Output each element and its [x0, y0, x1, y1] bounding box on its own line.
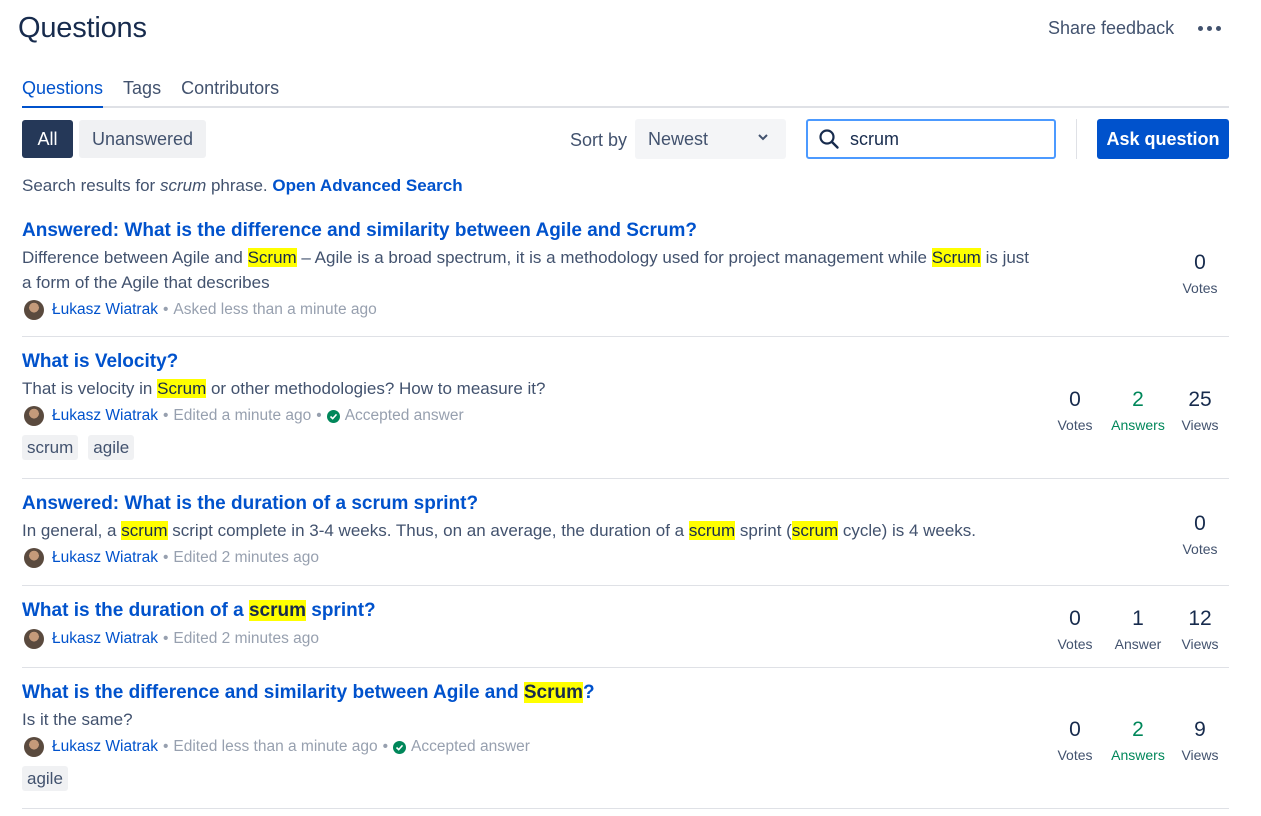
- search-input[interactable]: [850, 128, 1040, 150]
- ask-question-button[interactable]: Ask question: [1097, 119, 1229, 159]
- tab-questions[interactable]: Questions: [22, 78, 104, 108]
- answers-stat: 2 Answers: [1111, 718, 1165, 763]
- activity-text: Edited 2 minutes ago: [173, 630, 320, 647]
- answers-stat: 1 Answer: [1114, 607, 1162, 652]
- activity-text: Edited less than a minute ago: [173, 738, 378, 755]
- accepted-answer-label: Accepted answer: [411, 738, 530, 755]
- question-meta: Łukasz Wiatrak • Asked less than a minut…: [22, 299, 1229, 321]
- activity-text: Edited a minute ago: [173, 407, 312, 424]
- author-link[interactable]: Łukasz Wiatrak: [52, 407, 158, 425]
- results-term: scrum: [159, 176, 207, 195]
- question-title[interactable]: Answered: What is the duration of a scru…: [22, 491, 1229, 517]
- more-horizontal-icon[interactable]: [1190, 14, 1228, 42]
- sort-select[interactable]: Newest: [635, 119, 786, 159]
- share-feedback-link[interactable]: Share feedback: [1048, 18, 1174, 39]
- question-title[interactable]: What is Velocity?: [22, 349, 1229, 375]
- results-prefix: Search results for: [22, 176, 160, 195]
- sort-value: Newest: [648, 128, 709, 149]
- votes-stat: 0 Votes: [1182, 512, 1218, 557]
- filter-unanswered-button[interactable]: Unanswered: [79, 120, 206, 158]
- page-title: Questions: [18, 12, 147, 44]
- tag[interactable]: agile: [88, 435, 135, 460]
- question-meta: Łukasz Wiatrak • Edited 2 minutes ago: [22, 547, 1229, 569]
- votes-stat: 0 Votes: [1057, 607, 1093, 652]
- views-stat: 25 Views: [1181, 388, 1219, 433]
- votes-stat: 0 Votes: [1057, 388, 1093, 433]
- tab-contributors[interactable]: Contributors: [181, 78, 279, 108]
- question-excerpt: That is velocity in Scrum or other metho…: [22, 379, 546, 398]
- activity-text: Asked less than a minute ago: [173, 301, 377, 318]
- question-excerpt: Difference between Agile and Scrum – Agi…: [22, 248, 1030, 292]
- question-excerpt: Is it the same?: [22, 710, 133, 729]
- author-link[interactable]: Łukasz Wiatrak: [52, 549, 158, 567]
- question-item: Answered: What is the duration of a scru…: [22, 491, 1229, 586]
- author-link[interactable]: Łukasz Wiatrak: [52, 738, 158, 756]
- filter-all-button[interactable]: All: [22, 120, 73, 158]
- tab-bar: Questions Tags Contributors: [22, 78, 1229, 108]
- votes-stat: 0 Votes: [1057, 718, 1093, 763]
- question-item: Answered: What is the difference and sim…: [22, 218, 1229, 337]
- votes-stat: 0 Votes: [1182, 251, 1218, 296]
- search-results-info: Search results for scrum phrase. Open Ad…: [22, 176, 463, 196]
- search-field[interactable]: [806, 119, 1056, 159]
- sort-label: Sort by: [570, 130, 628, 150]
- toolbar-divider: [1076, 119, 1077, 159]
- tag-list: scrum agile: [22, 435, 1229, 460]
- check-circle-icon: [393, 740, 407, 754]
- open-advanced-search-link[interactable]: Open Advanced Search: [272, 176, 462, 195]
- search-icon: [819, 129, 839, 149]
- tab-tags[interactable]: Tags: [123, 78, 161, 108]
- activity-text: Edited 2 minutes ago: [173, 549, 320, 566]
- check-circle-icon: [326, 409, 340, 423]
- avatar[interactable]: [24, 406, 44, 426]
- accepted-answer-label: Accepted answer: [344, 407, 464, 424]
- question-title[interactable]: Answered: What is the difference and sim…: [22, 218, 1229, 244]
- author-link[interactable]: Łukasz Wiatrak: [52, 301, 158, 319]
- tag[interactable]: agile: [22, 766, 68, 791]
- question-title[interactable]: What is the difference and similarity be…: [22, 680, 1229, 706]
- avatar[interactable]: [24, 548, 44, 568]
- avatar[interactable]: [24, 629, 44, 649]
- tag-list: agile: [22, 766, 1229, 791]
- author-link[interactable]: Łukasz Wiatrak: [52, 630, 158, 648]
- answers-stat: 2 Answers: [1111, 388, 1165, 433]
- views-stat: 12 Views: [1181, 607, 1219, 652]
- avatar[interactable]: [24, 300, 44, 320]
- avatar[interactable]: [24, 737, 44, 757]
- tag[interactable]: scrum: [22, 435, 79, 460]
- chevron-down-icon: [758, 134, 768, 141]
- results-suffix: phrase.: [206, 176, 273, 195]
- question-excerpt: In general, a scrum script complete in 3…: [22, 521, 977, 540]
- views-stat: 9 Views: [1181, 718, 1219, 763]
